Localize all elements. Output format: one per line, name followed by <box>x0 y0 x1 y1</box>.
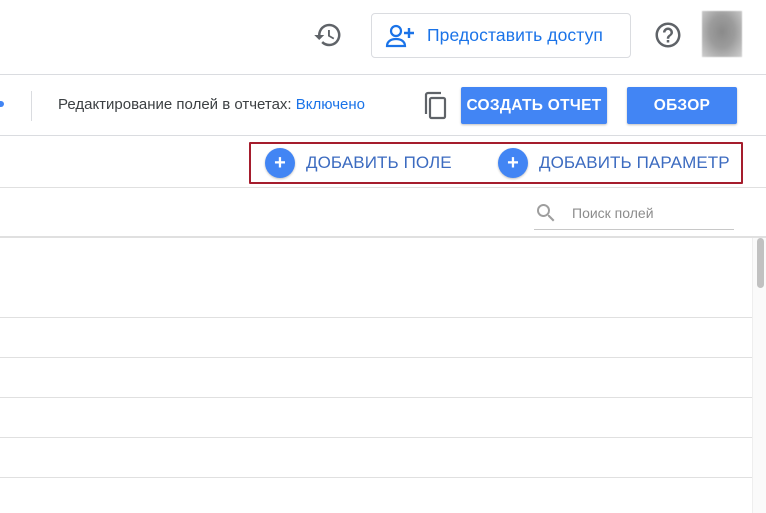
copy-icon[interactable] <box>421 90 449 122</box>
share-button[interactable]: Предоставить доступ <box>371 13 631 58</box>
search-input[interactable] <box>572 201 732 225</box>
share-button-label: Предоставить доступ <box>427 25 604 45</box>
top-header: Предоставить доступ <box>0 0 766 74</box>
list-row-divider <box>0 437 752 438</box>
add-circle-icon: + <box>265 148 295 178</box>
list-row-divider <box>0 477 752 478</box>
add-parameter-button[interactable]: + ДОБАВИТЬ ПАРАМЕТР <box>498 148 730 178</box>
report-toolbar: Редактирование полей в отчетах: Включено… <box>0 74 766 136</box>
toolbar-divider <box>31 91 32 121</box>
create-report-button[interactable]: СОЗДАТЬ ОТЧЕТ <box>461 87 607 124</box>
fields-list <box>0 240 752 513</box>
field-search <box>534 200 734 230</box>
add-circle-icon: + <box>498 148 528 178</box>
review-button[interactable]: ОБЗОР <box>627 87 737 124</box>
add-actions-row: + ДОБАВИТЬ ПОЛЕ + ДОБАВИТЬ ПАРАМЕТР <box>0 136 766 188</box>
help-icon[interactable] <box>653 20 683 50</box>
left-edge-indicator <box>0 101 4 107</box>
list-row-divider <box>0 397 752 398</box>
avatar[interactable] <box>702 11 742 57</box>
person-add-icon <box>385 23 417 49</box>
list-row-divider <box>0 317 752 318</box>
add-parameter-label: ДОБАВИТЬ ПАРАМЕТР <box>539 153 730 172</box>
add-field-label: ДОБАВИТЬ ПОЛЕ <box>306 153 452 172</box>
field-editing-value[interactable]: Включено <box>296 96 365 113</box>
search-row <box>0 188 766 238</box>
field-editing-label: Редактирование полей в отчетах: <box>58 96 296 113</box>
add-field-button[interactable]: + ДОБАВИТЬ ПОЛЕ <box>265 148 452 178</box>
scrollbar[interactable] <box>752 238 766 513</box>
scrollbar-thumb[interactable] <box>757 238 764 288</box>
search-icon <box>534 201 558 225</box>
list-row-divider <box>0 357 752 358</box>
field-editing-status: Редактирование полей в отчетах: Включено <box>58 96 365 113</box>
history-icon[interactable] <box>313 20 343 50</box>
